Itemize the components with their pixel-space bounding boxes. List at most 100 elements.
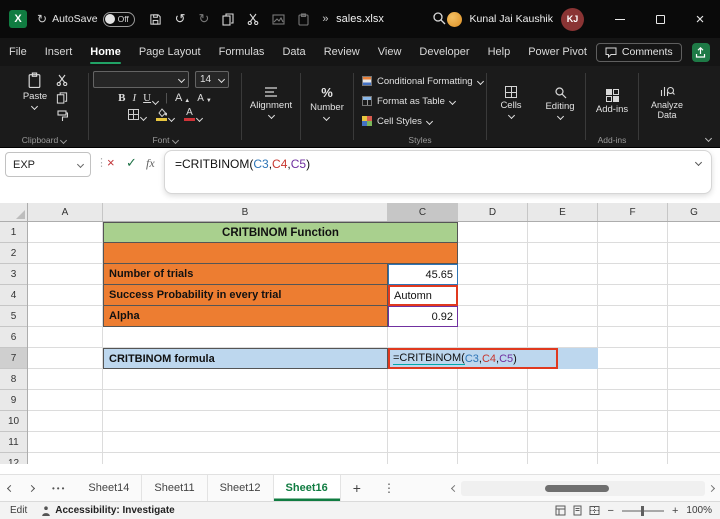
close-button[interactable]: × — [680, 0, 720, 38]
cell-C4-value[interactable]: Automn — [388, 285, 458, 306]
maximize-button[interactable] — [640, 0, 680, 38]
accessibility-status[interactable]: Accessibility: Investigate — [41, 505, 175, 516]
share-button[interactable] — [691, 42, 710, 62]
next-sheet-button[interactable] — [21, 484, 42, 492]
format-as-table-button[interactable]: Format as Table — [362, 92, 456, 110]
picture-icon[interactable] — [272, 13, 285, 25]
conditional-formatting-button[interactable]: Conditional Formatting — [362, 72, 484, 90]
redo-icon[interactable]: ↻ — [199, 11, 210, 27]
increase-font-button[interactable]: A ▲ — [175, 92, 190, 104]
cells-button[interactable]: Cells — [497, 85, 524, 120]
autosave-control[interactable]: ↻ AutoSave Off — [37, 11, 135, 27]
cell-B4-label[interactable]: Success Probability in every trial — [103, 285, 388, 306]
tab-power-pivot[interactable]: Power Pivot — [519, 38, 596, 66]
font-name-combo[interactable] — [93, 71, 189, 88]
page-break-view-icon[interactable] — [589, 505, 600, 516]
autosave-toggle[interactable]: Off — [102, 11, 135, 27]
alignment-button[interactable]: Alignment — [247, 85, 295, 120]
editing-button[interactable]: Editing — [542, 85, 577, 120]
cell-C3-value[interactable]: 45.65 — [388, 264, 458, 285]
save-icon[interactable] — [149, 13, 162, 26]
row-header-12[interactable]: 12 — [0, 453, 27, 465]
font-color-button[interactable]: A — [184, 108, 204, 123]
copy-icon[interactable] — [222, 12, 234, 26]
cell-B7-label[interactable]: CRITBINOM formula — [103, 348, 388, 369]
name-box[interactable]: EXP — [5, 152, 91, 177]
copy-icon[interactable] — [56, 92, 68, 104]
font-dialog-launcher-icon[interactable] — [171, 136, 179, 144]
tab-bar-menu-icon[interactable]: ⋮ — [373, 481, 405, 495]
sheet-tab-sheet14[interactable]: Sheet14 — [76, 475, 143, 501]
bold-button[interactable]: B — [118, 92, 125, 104]
all-sheets-icon[interactable]: ••• — [42, 484, 76, 493]
page-layout-view-icon[interactable] — [572, 505, 583, 516]
formula-input[interactable]: =CRITBINOM(C3,C4,C5) — [164, 150, 712, 194]
column-header-c[interactable]: C — [388, 203, 458, 221]
column-header-f[interactable]: F — [598, 203, 668, 221]
comments-button[interactable]: Comments — [595, 42, 682, 62]
cut-icon[interactable] — [247, 13, 259, 25]
borders-button[interactable] — [128, 109, 148, 122]
row-header-3[interactable]: 3 — [0, 264, 27, 285]
cell-B5-label[interactable]: Alpha — [103, 306, 388, 327]
cells-area[interactable]: CRITBINOM Function Number of trials 45.6… — [28, 222, 720, 464]
excel-logo-icon[interactable]: X — [9, 10, 27, 28]
select-all-button[interactable] — [0, 203, 28, 222]
confirm-entry-icon[interactable]: ✓ — [126, 155, 137, 171]
sheet-tab-sheet16[interactable]: Sheet16 — [273, 475, 341, 501]
row-header-9[interactable]: 9 — [0, 390, 27, 411]
cut-icon[interactable] — [56, 74, 68, 86]
tab-page-layout[interactable]: Page Layout — [130, 38, 210, 66]
paste-button[interactable]: Paste — [20, 71, 50, 122]
qat-overflow-icon[interactable]: » — [322, 13, 328, 25]
column-header-e[interactable]: E — [528, 203, 598, 221]
tab-review[interactable]: Review — [315, 38, 369, 66]
tab-help[interactable]: Help — [479, 38, 520, 66]
analyze-data-button[interactable]: Analyze Data — [641, 83, 693, 121]
addins-button[interactable]: Add-ins — [593, 88, 631, 116]
horizontal-scrollbar[interactable] — [450, 481, 716, 496]
row-header-2[interactable]: 2 — [0, 243, 27, 264]
column-header-a[interactable]: A — [28, 203, 103, 221]
zoom-level[interactable]: 100% — [686, 505, 712, 516]
tab-file[interactable]: File — [0, 38, 36, 66]
cell-C5-value[interactable]: 0.92 — [388, 306, 458, 327]
zoom-slider-thumb[interactable] — [640, 505, 644, 516]
formula-bar-grip-icon[interactable]: ⋮ — [96, 156, 107, 169]
expand-formula-bar-icon[interactable] — [694, 158, 703, 167]
tab-developer[interactable]: Developer — [410, 38, 478, 66]
column-header-g[interactable]: G — [668, 203, 720, 221]
normal-view-icon[interactable] — [555, 505, 566, 516]
scrollbar-track[interactable] — [461, 481, 705, 496]
user-avatar[interactable]: KJ — [561, 7, 584, 31]
scroll-left-icon[interactable] — [450, 484, 459, 493]
new-sheet-button[interactable]: + — [341, 480, 373, 496]
cell-B2-orange-band[interactable] — [103, 243, 458, 264]
cell-C7-formula[interactable]: =CRITBINOM(C3, C4, C5) — [388, 348, 558, 369]
tab-data[interactable]: Data — [273, 38, 314, 66]
row-header-7[interactable]: 7 — [0, 348, 27, 369]
underline-button[interactable]: U — [143, 92, 160, 106]
row-header-5[interactable]: 5 — [0, 306, 27, 327]
clipboard-icon[interactable] — [298, 12, 309, 26]
scrollbar-thumb[interactable] — [545, 485, 609, 492]
sheet-tab-sheet12[interactable]: Sheet12 — [208, 475, 274, 501]
user-name[interactable]: Kunal Jai Kaushik — [470, 13, 553, 25]
format-painter-icon[interactable] — [56, 110, 69, 122]
scroll-right-icon[interactable] — [707, 484, 716, 493]
row-header-8[interactable]: 8 — [0, 369, 27, 390]
cancel-entry-icon[interactable]: × — [107, 155, 115, 170]
tab-home[interactable]: Home — [81, 38, 130, 66]
insert-function-icon[interactable]: fx — [146, 156, 155, 171]
number-format-button[interactable]: % Number — [307, 84, 347, 121]
collapse-ribbon-icon[interactable] — [704, 134, 713, 143]
notifications-icon[interactable] — [446, 11, 462, 27]
minimize-button[interactable] — [600, 0, 640, 38]
cell-styles-button[interactable]: Cell Styles — [362, 112, 433, 130]
row-header-1[interactable]: 1 — [0, 222, 27, 243]
decrease-font-button[interactable]: A ▼ — [197, 93, 212, 104]
undo-icon[interactable]: ↺ — [175, 11, 186, 27]
font-size-combo[interactable]: 14 — [195, 71, 229, 88]
previous-sheet-button[interactable] — [0, 484, 21, 492]
cell-B1-title[interactable]: CRITBINOM Function — [103, 222, 458, 243]
